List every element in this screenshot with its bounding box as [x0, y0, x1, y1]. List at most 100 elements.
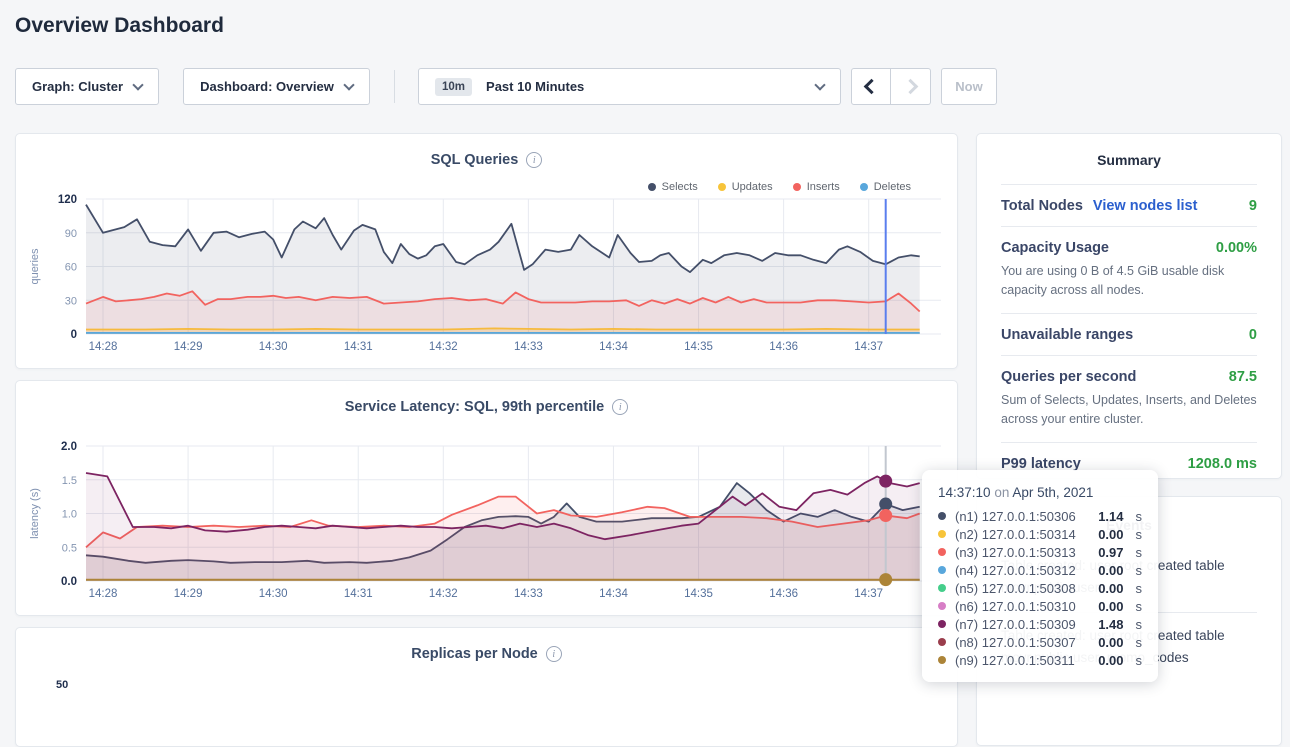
info-icon[interactable]: i	[612, 399, 628, 415]
capacity-usage-value: 0.00%	[1216, 240, 1257, 256]
svg-text:queries: queries	[29, 248, 41, 285]
svg-text:14:29: 14:29	[174, 588, 203, 600]
legend-item-deletes[interactable]: Deletes	[860, 181, 911, 193]
tooltip-node-row: (n8) 127.0.0.1:503070.00s	[938, 633, 1142, 651]
node-dot-icon	[938, 566, 946, 574]
svg-text:1.5: 1.5	[62, 475, 77, 487]
legend-item-selects[interactable]: Selects	[648, 181, 698, 193]
time-step-buttons	[851, 68, 931, 105]
sql-queries-legend: Selects Updates Inserts Deletes	[648, 181, 911, 193]
replicas-ytick-label: 50	[56, 679, 68, 691]
svg-text:120: 120	[58, 194, 77, 206]
queries-per-second-value: 87.5	[1229, 369, 1257, 385]
tooltip-node-row: (n7) 127.0.0.1:503091.48s	[938, 615, 1142, 633]
sql-queries-plot[interactable]: 030609012014:2814:2914:3014:3114:3214:33…	[16, 194, 959, 364]
summary-row-unavailable-ranges: Unavailable ranges 0	[1001, 313, 1257, 355]
updates-dot-icon	[718, 183, 726, 191]
service-latency-chart-title: Service Latency: SQL, 99th percentilei	[16, 399, 957, 415]
selects-dot-icon	[648, 183, 656, 191]
service-latency-plot[interactable]: 0.0 0.5 1.0 1.5 2.0 14:28 14:29 14:30 14:31 14:32…	[16, 441, 959, 611]
svg-text:14:30: 14:30	[259, 588, 288, 600]
summary-row-queries-per-second: Queries per second 87.5 Sum of Selects, …	[1001, 355, 1257, 442]
svg-text:14:28: 14:28	[89, 341, 118, 353]
svg-text:60: 60	[65, 262, 77, 274]
chart-hover-tooltip: 14:37:10 on Apr 5th, 2021 (n1) 127.0.0.1…	[922, 470, 1158, 682]
total-nodes-value: 9	[1249, 198, 1257, 214]
time-next-button[interactable]	[891, 68, 931, 105]
chevron-right-icon	[903, 79, 919, 95]
svg-text:14:31: 14:31	[344, 588, 373, 600]
svg-text:1.0: 1.0	[62, 509, 77, 521]
time-range-badge: 10m	[435, 78, 472, 96]
svg-text:14:34: 14:34	[599, 341, 628, 353]
svg-text:14:35: 14:35	[684, 341, 713, 353]
svg-text:14:30: 14:30	[259, 341, 288, 353]
svg-text:14:32: 14:32	[429, 341, 458, 353]
total-nodes-label: Total Nodes	[1001, 198, 1083, 214]
unavailable-ranges-label: Unavailable ranges	[1001, 327, 1133, 343]
node-dot-icon	[938, 530, 946, 538]
summary-panel: Summary Total Nodes View nodes list 9 Ca…	[976, 133, 1282, 479]
capacity-usage-label: Capacity Usage	[1001, 240, 1109, 256]
svg-text:14:29: 14:29	[174, 341, 203, 353]
svg-text:2.0: 2.0	[61, 441, 77, 453]
summary-title: Summary	[1001, 134, 1257, 184]
graph-dropdown-label: Graph: Cluster	[32, 79, 123, 94]
node-dot-icon	[938, 548, 946, 556]
replicas-per-node-chart-panel: Replicas per Nodei 50	[15, 627, 958, 747]
tooltip-node-row: (n5) 127.0.0.1:503080.00s	[938, 579, 1142, 597]
chevron-down-icon	[132, 79, 143, 90]
unavailable-ranges-value: 0	[1249, 327, 1257, 343]
now-button[interactable]: Now	[941, 68, 997, 105]
node-dot-icon	[938, 620, 946, 628]
chevron-down-icon	[343, 79, 354, 90]
chevron-down-icon	[814, 79, 825, 90]
info-icon[interactable]: i	[546, 646, 562, 662]
tooltip-node-row: (n9) 127.0.0.1:503110.00s	[938, 651, 1142, 669]
info-icon[interactable]: i	[526, 152, 542, 168]
tooltip-node-row: (n4) 127.0.0.1:503120.00s	[938, 561, 1142, 579]
time-range-label: Past 10 Minutes	[486, 79, 584, 94]
svg-text:14:32: 14:32	[429, 588, 458, 600]
view-nodes-list-link[interactable]: View nodes list	[1093, 198, 1198, 214]
dashboard-dropdown-label: Dashboard: Overview	[200, 79, 334, 94]
svg-text:90: 90	[65, 228, 77, 240]
node-dot-icon	[938, 638, 946, 646]
node-dot-icon	[938, 602, 946, 610]
node-dot-icon	[938, 656, 946, 664]
svg-text:14:33: 14:33	[514, 588, 543, 600]
graph-dropdown[interactable]: Graph: Cluster	[15, 68, 159, 105]
svg-text:14:36: 14:36	[769, 341, 798, 353]
svg-text:14:37: 14:37	[854, 341, 883, 353]
time-prev-button[interactable]	[851, 68, 891, 105]
node-dot-icon	[938, 512, 946, 520]
node-dot-icon	[938, 584, 946, 592]
svg-text:14:28: 14:28	[89, 588, 118, 600]
tooltip-node-row: (n1) 127.0.0.1:503061.14s	[938, 507, 1142, 525]
svg-text:0: 0	[71, 329, 77, 341]
tooltip-node-row: (n2) 127.0.0.1:503140.00s	[938, 525, 1142, 543]
svg-text:14:34: 14:34	[599, 588, 628, 600]
summary-row-capacity-usage: Capacity Usage 0.00% You are using 0 B o…	[1001, 226, 1257, 313]
summary-row-total-nodes: Total Nodes View nodes list 9	[1001, 184, 1257, 226]
tooltip-timestamp: 14:37:10 on Apr 5th, 2021	[938, 485, 1142, 500]
capacity-usage-desc: You are using 0 B of 4.5 GiB usable disk…	[1001, 262, 1257, 301]
time-range-dropdown[interactable]: 10m Past 10 Minutes	[418, 68, 841, 105]
legend-item-inserts[interactable]: Inserts	[793, 181, 840, 193]
dashboard-dropdown[interactable]: Dashboard: Overview	[183, 68, 370, 105]
svg-text:14:31: 14:31	[344, 341, 373, 353]
sql-queries-chart-panel: SQL Queriesi Selects Updates Inserts Del…	[15, 133, 958, 369]
legend-item-updates[interactable]: Updates	[718, 181, 773, 193]
queries-per-second-label: Queries per second	[1001, 369, 1136, 385]
service-latency-chart-panel: Service Latency: SQL, 99th percentilei 0…	[15, 380, 958, 616]
page-title: Overview Dashboard	[15, 14, 224, 38]
svg-text:30: 30	[65, 295, 77, 307]
queries-per-second-desc: Sum of Selects, Updates, Inserts, and De…	[1001, 391, 1257, 430]
deletes-dot-icon	[860, 183, 868, 191]
svg-text:14:37: 14:37	[854, 588, 883, 600]
svg-text:latency (s): latency (s)	[29, 488, 41, 539]
svg-text:0.5: 0.5	[62, 542, 77, 554]
tooltip-node-row: (n6) 127.0.0.1:503100.00s	[938, 597, 1142, 615]
toolbar-divider	[394, 70, 395, 103]
svg-text:0.0: 0.0	[61, 576, 77, 588]
